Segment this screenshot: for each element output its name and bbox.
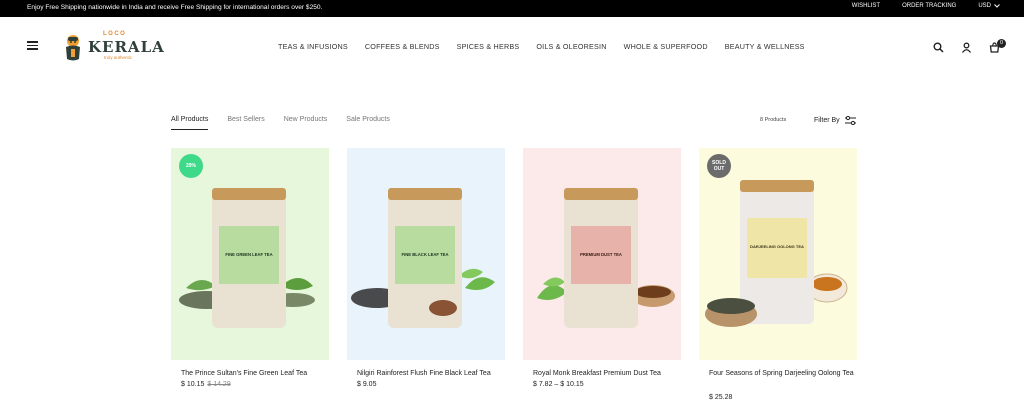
search-icon[interactable] xyxy=(933,40,944,53)
product-name[interactable]: The Prince Sultan's Fine Green Leaf Tea xyxy=(181,368,331,380)
currency-label: USD xyxy=(978,3,991,9)
product-card[interactable]: SOLD OUT DARJEELING OOLONG TEA Four Seaso… xyxy=(699,148,857,408)
nav-coffees-blends[interactable]: COFFEES & BLENDS xyxy=(365,42,440,51)
product-count: 8 Products xyxy=(760,117,787,123)
product-price: $ 7.82 – $ 10.15 xyxy=(533,381,584,388)
announcement-bar: Enjoy Free Shipping nationwide in India … xyxy=(0,0,1024,17)
product-name[interactable]: Four Seasons of Spring Darjeeling Oolong… xyxy=(709,368,859,380)
cart-count-badge: 0 xyxy=(997,39,1006,48)
tin-label: DARJEELING OOLONG TEA xyxy=(750,244,804,249)
tab-all-products[interactable]: All Products xyxy=(171,116,209,130)
logo-kerala: KERALA xyxy=(88,38,165,56)
product-price: $ 10.15 xyxy=(181,381,205,388)
filter-button[interactable]: Filter By xyxy=(814,116,856,125)
sliders-icon xyxy=(844,116,856,125)
main-nav: TEAS & INFUSIONS COFFEES & BLENDS SPICES… xyxy=(278,42,822,51)
product-price-block: $ 7.82 – $ 10.15 xyxy=(533,381,584,388)
logo-mascot-icon xyxy=(66,35,80,61)
user-icon[interactable] xyxy=(961,40,972,53)
product-card[interactable]: FINE BLACK LEAF TEA Nilgiri Rainforest F… xyxy=(347,148,505,408)
tab-sale-products[interactable]: Sale Products xyxy=(346,116,390,130)
order-tracking-link[interactable]: ORDER TRACKING xyxy=(902,3,956,9)
tea-tin-image: DARJEELING OOLONG TEA xyxy=(705,180,848,327)
product-image[interactable]: FINE BLACK LEAF TEA xyxy=(347,148,505,360)
logo-loco: LOCO xyxy=(103,31,127,37)
nav-beauty-wellness[interactable]: BEAUTY & WELLNESS xyxy=(725,42,805,51)
site-logo[interactable]: LOCO KERALA truly authentic xyxy=(61,30,164,64)
tab-best-sellers[interactable]: Best Sellers xyxy=(227,116,264,130)
tin-label: PREMIUM DUST TEA xyxy=(580,252,622,257)
product-image[interactable]: PREMIUM DUST TEA xyxy=(523,148,681,360)
sale-badge: 29% xyxy=(179,154,203,178)
nav-whole-superfood[interactable]: WHOLE & SUPERFOOD xyxy=(624,42,708,51)
sold-out-badge: SOLD OUT xyxy=(707,154,731,178)
product-price-block: $ 10.15 $ 14.29 xyxy=(181,381,231,388)
nav-teas-infusions[interactable]: TEAS & INFUSIONS xyxy=(278,42,348,51)
topbar-links: WISHLIST ORDER TRACKING USD xyxy=(830,3,1000,9)
logo-tagline: truly authentic xyxy=(104,55,133,60)
menu-icon[interactable] xyxy=(27,41,38,50)
product-card[interactable]: 29% FINE GREEN LEAF TEA The Prince Sulta… xyxy=(171,148,329,408)
product-filter-tabs: All Products Best Sellers New Products S… xyxy=(171,116,409,130)
product-name[interactable]: Nilgiri Rainforest Flush Fine Black Leaf… xyxy=(357,368,507,380)
tab-new-products[interactable]: New Products xyxy=(284,116,328,130)
tea-tin-image: FINE BLACK LEAF TEA xyxy=(351,188,495,328)
nav-spices-herbs[interactable]: SPICES & HERBS xyxy=(457,42,520,51)
product-image[interactable]: 29% FINE GREEN LEAF TEA xyxy=(171,148,329,360)
product-card[interactable]: PREMIUM DUST TEA Royal Monk Breakfast Pr… xyxy=(523,148,681,408)
tea-tin-image: PREMIUM DUST TEA xyxy=(537,188,675,328)
tin-label: FINE GREEN LEAF TEA xyxy=(225,252,272,257)
header-icons: 0 xyxy=(916,39,1006,53)
product-image[interactable]: SOLD OUT DARJEELING OOLONG TEA xyxy=(699,148,857,360)
product-price-block: $ 25.28 xyxy=(709,394,732,401)
product-name[interactable]: Royal Monk Breakfast Premium Dust Tea xyxy=(533,368,683,380)
announcement-text: Enjoy Free Shipping nationwide in India … xyxy=(27,4,323,11)
currency-selector[interactable]: USD xyxy=(978,3,1000,9)
site-header: LOCO KERALA truly authentic TEAS & INFUS… xyxy=(0,17,1024,77)
product-price: $ 9.05 xyxy=(357,381,377,388)
tin-label: FINE BLACK LEAF TEA xyxy=(402,252,449,257)
product-old-price: $ 14.29 xyxy=(207,381,231,388)
wishlist-link[interactable]: WISHLIST xyxy=(852,3,880,9)
filter-label: Filter By xyxy=(814,117,840,124)
tea-tin-image: FINE GREEN LEAF TEA xyxy=(179,188,315,328)
product-price: $ 25.28 xyxy=(709,394,733,401)
nav-oils-oleoresin[interactable]: OILS & OLEORESIN xyxy=(536,42,606,51)
chevron-down-icon xyxy=(994,4,1000,8)
cart-icon[interactable]: 0 xyxy=(989,39,1006,53)
product-price-block: $ 9.05 xyxy=(357,381,376,388)
